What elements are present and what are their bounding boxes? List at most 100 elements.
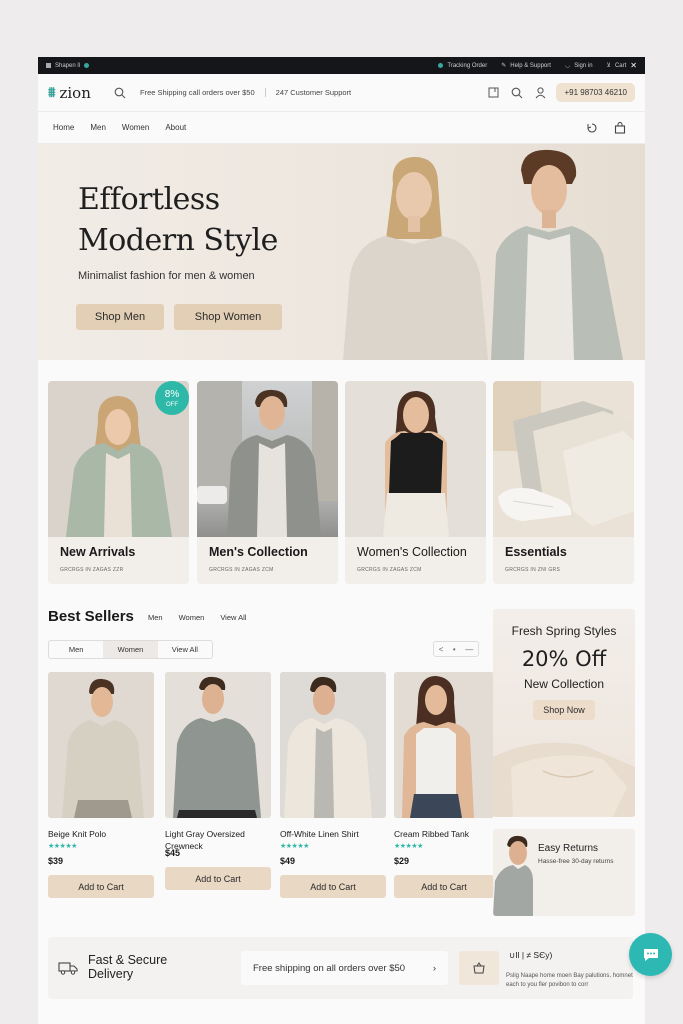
info-title: ∪Il | ≠ SЄy) [509,950,553,960]
tab-women[interactable]: Women [103,641,158,658]
hero-title: Effortless Modern Style [78,179,338,261]
sign-in-link[interactable]: ◡ Sign in [565,62,593,70]
help-support-label: Help & Support [510,62,551,69]
carousel-pager: < • — [433,641,479,657]
returns-title: Easy Returns [538,843,599,854]
add-to-cart-button[interactable]: Add to Cart [48,875,154,898]
category-womens-collection[interactable]: Women's Collection GRCRGS IN ZAGAS ZCM [345,381,486,584]
category-title: New Arrivals [60,545,136,559]
phone-button[interactable]: +91 98703 46210 [556,83,635,102]
logo[interactable]: ⩩ zion [48,84,114,102]
category-new-arrivals[interactable]: 8% OFF New Arrivals GRCRGS IN ZAGAS ZZR [48,381,189,584]
mens-collection-image [197,381,338,537]
delivery-title-line1: Fast & Secure [88,953,168,967]
search-icon[interactable] [114,87,126,99]
bs-link-women[interactable]: Women [179,613,205,622]
hero-banner: Effortless Modern Style Minimalist fashio… [38,144,645,360]
product-image[interactable] [394,672,494,818]
category-mens-collection[interactable]: Men's Collection GRCRGS IN ZAGAS ZCM [197,381,338,584]
category-essentials[interactable]: Essentials GRCRGS IN ZNI GRS [493,381,634,584]
beige-knit-polo-model [48,672,154,818]
nav-item-men[interactable]: Men [90,123,106,132]
nav-item-home[interactable]: Home [53,123,74,132]
add-to-cart-button[interactable]: Add to Cart [280,875,386,898]
category-title: Men's Collection [209,545,308,559]
basket-button[interactable] [459,951,499,985]
returns-model-image [493,835,533,916]
best-sellers-title: Best Sellers [48,608,134,625]
product-card[interactable]: Cream Ribbed Tank ★★★★★ $29 Add to Cart [394,672,494,898]
product-image[interactable] [280,672,386,818]
essentials-image [493,381,634,537]
tracking-order-link[interactable]: Tracking Order [438,63,487,69]
delivery-title-line2: Delivery [88,967,134,981]
product-image[interactable] [48,672,154,818]
rating-stars: ★★★★★ [48,843,77,850]
status-dot-icon [84,63,90,68]
refresh-icon[interactable] [586,122,598,134]
rating-stars: ★★★★★ [394,843,423,850]
category-title: Essentials [505,545,567,559]
help-support-link[interactable]: ✎ Help & Support [501,62,551,70]
free-shipping-link[interactable]: Free shipping on all orders over $50 › [241,951,448,985]
product-price: $39 [48,856,64,866]
chat-button[interactable] [629,933,672,976]
cart-label: Cart [614,62,627,69]
next-dash-icon[interactable]: — [465,645,473,654]
page: Shapen ll Tracking Order ✎ Help & Support… [38,57,645,1024]
add-to-cart-button[interactable]: Add to Cart [394,875,494,898]
menu-icon [46,63,51,68]
wishlist-icon[interactable] [488,87,499,98]
prev-arrow-icon[interactable]: < [439,645,444,654]
support-notice: 247 Customer Support [275,88,352,97]
chevron-right-icon: › [432,962,436,974]
product-card[interactable]: Off-White Linen Shirt ★★★★★ $49 Add to C… [280,672,386,898]
spring-promo-card[interactable]: Fresh Spring Styles 20% Off New Collecti… [493,609,635,817]
product-card[interactable]: Light Gray Oversized Crewneck $45 Add to… [165,672,271,890]
cart-link[interactable]: ⊻ Cart ✕ [607,61,637,70]
logo-text: zion [59,83,91,102]
category-meta: GRCRGS IN ZAGAS ZCM [209,567,274,573]
product-image[interactable] [165,672,271,818]
bs-link-men[interactable]: Men [148,613,163,622]
tracking-order-label: Tracking Order [447,62,488,69]
search-icon[interactable] [511,87,523,99]
shipping-notice: Free Shipping call orders over $50 [140,88,255,97]
account-icon[interactable] [535,86,546,99]
product-card[interactable]: Beige Knit Polo ★★★★★ $39 Add to Cart [48,672,154,898]
top-bar: Shapen ll Tracking Order ✎ Help & Support… [38,57,645,74]
easy-returns-card[interactable]: Easy Returns Hasse-free 30-day returns [493,829,635,916]
cart-icon: ⊻ [606,63,611,69]
info-body: Pslig Naape home moen Bay palutions, hom… [506,973,633,988]
promo-line3: New Collection [523,677,605,691]
badge-value: 8% [164,389,180,400]
shop-men-button[interactable]: Shop Men [76,304,164,330]
free-shipping-text: Free shipping on all orders over $50 [253,962,406,974]
delivery-strip: Fast & Secure Delivery Free shipping on a… [48,937,633,999]
truck-icon [58,962,78,975]
best-sellers-tabs: Men Women View All [48,640,213,659]
bag-icon[interactable] [614,121,626,134]
pager-dot-icon[interactable]: • [453,645,456,654]
womens-collection-model [383,391,449,537]
shop-women-button[interactable]: Shop Women [174,304,282,330]
promo-clothes-image [493,742,635,817]
shop-now-button[interactable]: Shop Now [533,700,595,720]
header-info: Free Shipping call orders over $50 247 C… [136,88,488,97]
promo-discount: 20% Off [521,647,607,671]
tab-view-all[interactable]: View All [158,641,212,658]
tab-men[interactable]: Men [49,641,103,658]
add-to-cart-button[interactable]: Add to Cart [165,867,271,890]
bs-link-view-all[interactable]: View All [220,613,246,622]
close-icon[interactable]: ✕ [630,61,637,70]
main-nav: Home Men Women About [38,112,645,144]
category-meta: GRCRGS IN ZAGAS ZZR [60,567,124,573]
returns-subtitle: Hasse-free 30-day returns [538,858,614,865]
discount-badge: 8% OFF [155,381,189,415]
folded-clothes-image [493,381,634,526]
divider [264,88,266,97]
nav-item-about[interactable]: About [165,123,186,132]
product-price: $29 [394,856,410,866]
topbar-left-text: Shapen ll [55,62,81,69]
nav-item-women[interactable]: Women [122,123,149,132]
